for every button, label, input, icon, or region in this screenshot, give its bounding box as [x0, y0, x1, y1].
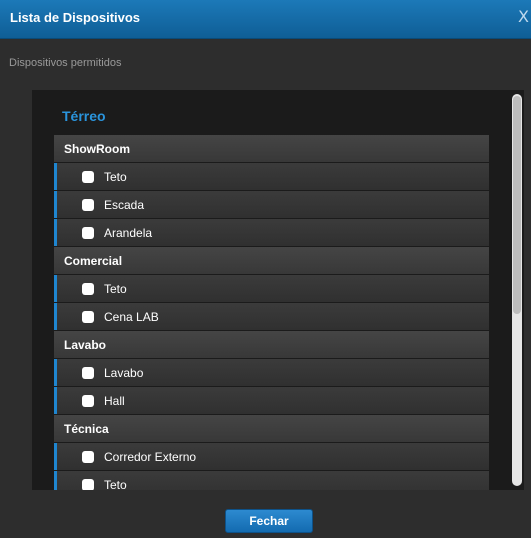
device-checkbox[interactable]	[82, 478, 94, 490]
device-item[interactable]: Teto	[54, 471, 489, 490]
device-rows: ShowRoom Teto Escada Arandela Comercial Teto C…	[54, 135, 489, 490]
device-list-dialog: Lista de Dispositivos X Dispositivos per…	[0, 0, 531, 538]
room-header: ShowRoom	[54, 135, 489, 162]
device-item[interactable]: Teto	[54, 163, 489, 190]
device-item[interactable]: Arandela	[54, 219, 489, 246]
device-label: Teto	[104, 477, 127, 491]
device-label: Corredor Externo	[104, 449, 197, 464]
close-button[interactable]: Fechar	[225, 509, 313, 533]
device-label: Teto	[104, 169, 127, 184]
device-checkbox[interactable]	[82, 226, 94, 239]
room-header: Técnica	[54, 415, 489, 442]
device-checkbox[interactable]	[82, 394, 94, 407]
device-item[interactable]: Lavabo	[54, 359, 489, 386]
device-checkbox[interactable]	[82, 310, 94, 323]
device-checkbox[interactable]	[82, 170, 94, 183]
device-label: Lavabo	[104, 365, 144, 380]
device-checkbox[interactable]	[82, 366, 94, 379]
device-list-panel: Térreo ShowRoom Teto Escada Arandela Comerci…	[32, 90, 524, 490]
device-checkbox[interactable]	[82, 282, 94, 295]
dialog-title-bar: Lista de Dispositivos X	[0, 0, 531, 39]
device-label: Teto	[104, 281, 127, 296]
floor-title: Térreo	[62, 108, 106, 124]
device-label: Arandela	[104, 225, 153, 240]
device-item[interactable]: Hall	[54, 387, 489, 414]
room-header: Lavabo	[54, 331, 489, 358]
device-checkbox[interactable]	[82, 198, 94, 211]
scrollbar[interactable]	[512, 94, 522, 486]
device-item[interactable]: Escada	[54, 191, 489, 218]
device-label: Cena LAB	[104, 309, 159, 324]
section-subtitle: Dispositivos permitidos	[9, 57, 122, 69]
device-item[interactable]: Teto	[54, 275, 489, 302]
close-icon[interactable]: X	[518, 7, 529, 26]
device-item[interactable]: Cena LAB	[54, 303, 489, 330]
dialog-title: Lista de Dispositivos	[10, 10, 141, 25]
scrollbar-thumb[interactable]	[513, 96, 521, 314]
room-header: Comercial	[54, 247, 489, 274]
device-label: Hall	[104, 393, 125, 408]
device-checkbox[interactable]	[82, 450, 94, 463]
device-label: Escada	[104, 197, 145, 212]
device-item[interactable]: Corredor Externo	[54, 443, 489, 470]
